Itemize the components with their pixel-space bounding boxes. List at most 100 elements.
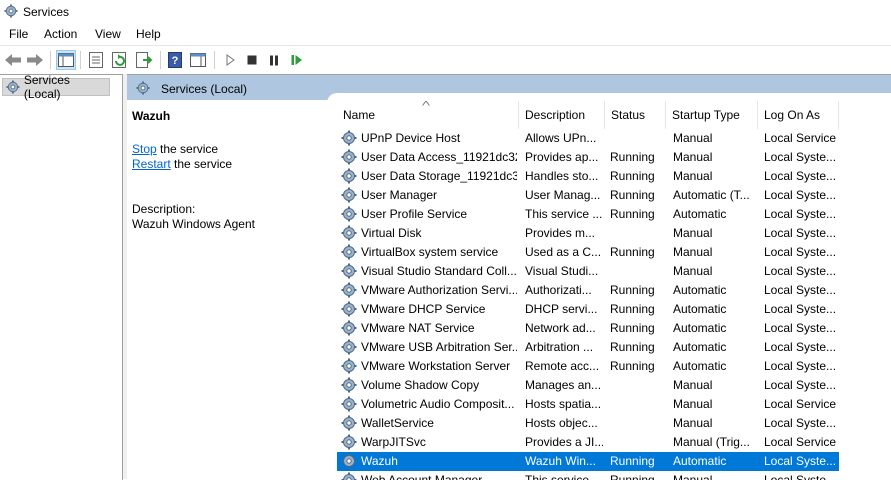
- column-header-log-on-as[interactable]: Log On As: [758, 101, 839, 129]
- menu-file[interactable]: File: [9, 27, 28, 41]
- service-row[interactable]: User Data Access_11921dc32Provides ap...…: [337, 148, 839, 167]
- restart-service-button[interactable]: [287, 50, 307, 70]
- cell-description: Hosts spatia...: [525, 397, 603, 411]
- cell-status: Running: [610, 454, 665, 468]
- tree-item-label: Services (Local): [24, 73, 109, 101]
- menu-view[interactable]: View: [95, 27, 121, 41]
- service-row[interactable]: WalletServiceHosts objec...ManualLocal S…: [337, 414, 839, 433]
- cell-logon: Local Syste...: [764, 169, 838, 183]
- service-row[interactable]: VirtualBox system serviceUsed as a C...R…: [337, 243, 839, 262]
- service-row[interactable]: Volume Shadow CopyManages an...ManualLoc…: [337, 376, 839, 395]
- stop-service-button[interactable]: [242, 50, 262, 70]
- cell-name: User Manager: [361, 188, 517, 202]
- service-row[interactable]: Virtual DiskProvides m...ManualLocal Sys…: [337, 224, 839, 243]
- service-gear-icon: [341, 130, 357, 146]
- service-gear-icon: [341, 320, 357, 336]
- menu-help[interactable]: Help: [136, 27, 161, 41]
- service-row[interactable]: UPnP Device HostAllows UPn...ManualLocal…: [337, 129, 839, 148]
- cell-logon: Local Syste...: [764, 416, 838, 430]
- show-action-pane-button[interactable]: [188, 50, 208, 70]
- service-row[interactable]: User Profile ServiceThis service ...Runn…: [337, 205, 839, 224]
- window-title: Services: [23, 5, 69, 19]
- service-gear-icon: [341, 244, 357, 260]
- service-row[interactable]: Visual Studio Standard Coll... Visual Stu…: [337, 262, 839, 281]
- cell-logon: Local Syste...: [764, 302, 838, 316]
- restart-icon: [291, 54, 303, 66]
- menu-action[interactable]: Action: [44, 27, 77, 41]
- service-row[interactable]: WarpJITSvcProvides a JI...Manual (Trig..…: [337, 433, 839, 452]
- services-gear-icon: [136, 81, 150, 95]
- cell-logon: Local Syste...: [764, 378, 838, 392]
- service-row[interactable]: User ManagerUser Manag...RunningAutomati…: [337, 186, 839, 205]
- restart-line: Restart the service: [132, 157, 232, 171]
- cell-startup: Automatic: [673, 321, 757, 335]
- cell-logon: Local Syste...: [764, 207, 838, 221]
- export-list-button[interactable]: [134, 50, 154, 70]
- restart-service-link[interactable]: Restart: [132, 157, 171, 171]
- console-tree: Services (Local): [0, 74, 123, 480]
- console-tree-icon: [58, 53, 74, 67]
- cell-description: Provides a JI...: [525, 435, 603, 449]
- cell-name: WarpJITSvc: [361, 435, 517, 449]
- services-gear-icon: [4, 4, 18, 18]
- restart-suffix: the service: [171, 157, 232, 171]
- cell-logon: Local Syste...: [764, 454, 838, 468]
- service-gear-icon: [341, 396, 357, 412]
- cell-status: Running: [610, 340, 665, 354]
- properties-button[interactable]: [86, 50, 106, 70]
- back-button[interactable]: [3, 50, 23, 70]
- cell-logon: Local Service: [764, 131, 838, 145]
- cell-description: Provides ap...: [525, 150, 603, 164]
- service-gear-icon: [341, 187, 357, 203]
- column-header-startup-type[interactable]: Startup Type: [666, 101, 758, 129]
- cell-description: Manages an...: [525, 378, 603, 392]
- cell-status: Running: [610, 302, 665, 316]
- services-list: Name Description Status Startup Type Log…: [337, 101, 891, 480]
- service-row[interactable]: VMware NAT ServiceNetwork ad...RunningAu…: [337, 319, 839, 338]
- service-row[interactable]: VMware DHCP ServiceDHCP servi...RunningA…: [337, 300, 839, 319]
- cell-name: Visual Studio Standard Coll...: [361, 264, 517, 278]
- description-text: Wazuh Windows Agent: [132, 217, 255, 231]
- service-row[interactable]: User Data Storage_11921dc32Handles sto..…: [337, 167, 839, 186]
- service-row[interactable]: VMware Authorization Servi...Authorizati…: [337, 281, 839, 300]
- service-gear-icon: [341, 168, 357, 184]
- toolbar-separator: [214, 51, 215, 69]
- cell-name: WalletService: [361, 416, 517, 430]
- column-header-name[interactable]: Name: [337, 101, 519, 129]
- cell-startup: Manual: [673, 416, 757, 430]
- stop-service-link[interactable]: Stop: [132, 142, 157, 156]
- service-gear-icon: [341, 206, 357, 222]
- help-book-icon: ?: [168, 52, 182, 68]
- cell-startup: Automatic: [673, 340, 757, 354]
- forward-button[interactable]: [25, 50, 45, 70]
- service-gear-icon: [341, 415, 357, 431]
- refresh-button[interactable]: [110, 50, 130, 70]
- column-header-label: Status: [611, 108, 645, 122]
- pane-title: Services (Local): [161, 82, 247, 96]
- cell-status: Running: [610, 207, 665, 221]
- help-button[interactable]: ?: [165, 50, 185, 70]
- pause-service-button[interactable]: [264, 50, 284, 70]
- export-list-icon: [136, 52, 152, 68]
- column-header-status[interactable]: Status: [605, 101, 666, 129]
- service-row[interactable]: VMware Workstation ServerRemote acc...Ru…: [337, 357, 839, 376]
- cell-description: This service ...: [525, 207, 603, 221]
- service-row[interactable]: VMware USB Arbitration Ser...Arbitration…: [337, 338, 839, 357]
- tree-item-services-local[interactable]: Services (Local): [2, 78, 110, 96]
- stop-suffix: the service: [157, 142, 218, 156]
- stop-line: Stop the service: [132, 142, 218, 156]
- play-icon: [225, 54, 235, 66]
- start-service-button[interactable]: [220, 50, 240, 70]
- column-header-label: Name: [343, 108, 375, 122]
- cell-description: Allows UPn...: [525, 131, 603, 145]
- toolbar-separator: [50, 51, 51, 69]
- cell-name: VirtualBox system service: [361, 245, 517, 259]
- service-gear-icon: [341, 358, 357, 374]
- toolbar-separator: [160, 51, 161, 69]
- service-row[interactable]: WazuhWazuh Win...RunningAutomaticLocal S…: [337, 452, 839, 471]
- cell-description: Visual Studi...: [525, 264, 603, 278]
- cell-startup: Automatic: [673, 207, 757, 221]
- column-header-description[interactable]: Description: [519, 101, 605, 129]
- service-row[interactable]: Volumetric Audio Composit...Hosts spatia…: [337, 395, 839, 414]
- show-hide-console-tree-button[interactable]: [56, 50, 76, 70]
